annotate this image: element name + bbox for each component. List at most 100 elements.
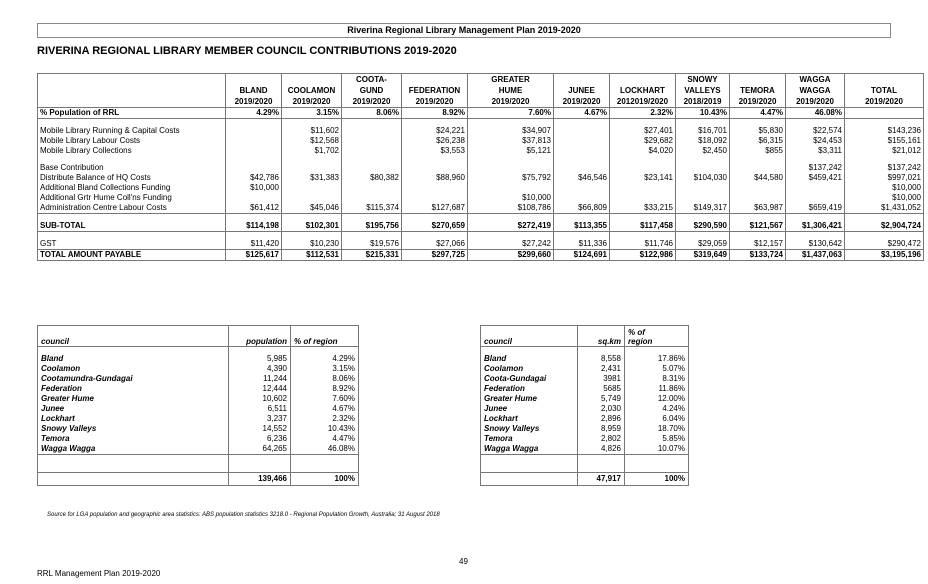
cell-value: 5,749 [577,394,625,404]
cell-value [609,118,676,126]
table-row: Lockhart 3,237 2.32% [37,414,359,424]
table-row: Greater Hume 10,602 7.60% [37,394,359,404]
page-number: 49 [459,557,468,566]
cell-value: $130,642 [785,239,845,250]
column-header: TOTAL 2019/2020 [844,73,924,108]
cell-value: $3,195,196 [844,249,924,261]
council-name: Bland [480,354,578,364]
cell-value [729,163,786,173]
population-row: % Population of RRL 4.29% 3.15% 8.06% 8.92% 7… [37,107,924,119]
cell-value [225,163,282,173]
cell-value: $104,030 [675,173,730,183]
cell-value: $34,907 [467,126,554,136]
column-year: 2019/2020 [738,97,777,106]
cell-value: $290,590 [675,221,730,232]
table-row: Junee 2,030 4.24% [480,404,689,414]
row-label: Base Contribution [37,163,226,173]
cell-value [341,193,402,203]
row-label [37,156,226,163]
cell-value: 8.06% [290,374,359,384]
row-label: Mobile Library Collections [37,146,226,156]
column-header: SNOWY VALLEYS 2018/2019 [675,73,730,108]
cell-value: $155,161 [844,136,924,146]
total-value: 100% [290,472,359,486]
cell-value [281,183,342,193]
cell-value [553,213,610,221]
column-header: council [37,325,229,347]
cell-value: $4,020 [609,146,676,156]
spacer-row [37,156,924,163]
cell-value: $272,419 [467,221,554,232]
cell-value: $12,568 [281,136,342,146]
cell-value [341,183,402,193]
cell-value: 3981 [577,374,625,384]
cell-value: 4.47% [729,107,786,119]
row-label: SUB-TOTAL [37,221,226,232]
table-row: Cootamundra-Gundagai 11,244 8.06% [37,374,359,384]
council-name: Snowy Valleys [37,424,229,434]
cost-row: Mobile Library Collections $1,702 $3,553 $5… [37,146,924,156]
council-name: Wagga Wagga [480,444,578,455]
cell-value: 8,558 [577,354,625,364]
page-title: RIVERINA REGIONAL LIBRARY MEMBER COUNCIL… [37,45,457,57]
table-row: Wagga Wagga 64,265 46.08% [37,444,359,455]
total-value: 139,466 [228,472,291,486]
cell-value [844,213,924,221]
total-label [37,472,229,486]
header-corner [37,73,226,108]
row-label: Additional Grtr Hume Coll'ns Funding [37,193,226,203]
spacer-row [37,213,924,221]
cell-value [785,193,845,203]
cell-value: $66,809 [553,203,610,214]
table-row: Federation 5685 11.86% [480,384,689,394]
cell-value [844,107,924,119]
cell-value: $215,331 [341,249,402,261]
spacer-row [37,454,359,465]
cell-value: 46.08% [290,444,359,455]
cell-value [225,213,282,221]
total-row: TOTAL AMOUNT PAYABLE $125,617 $112,531 $215… [37,249,924,261]
cell-value: 8,959 [577,424,625,434]
cell-value [609,156,676,163]
column-year: 2019/2020 [491,97,530,106]
cell-value: 3.15% [281,107,342,119]
row-label: GST [37,239,226,250]
cell-value [401,163,468,173]
cell-value: 11.86% [624,384,689,394]
spacer-row [480,346,689,354]
table-row: Lockhart 2,896 6.04% [480,414,689,424]
cell-value: 4.24% [624,404,689,414]
cost-row: Additional Bland Collections Funding $10,… [37,183,924,193]
council-name: Coolamon [37,364,229,374]
column-header: % of region [290,325,359,347]
cell-value: $27,066 [401,239,468,250]
cell-value: 6,236 [228,434,291,444]
column-name-line: WAGGA [799,86,831,95]
cell-value: 10.43% [675,107,730,119]
column-header: COOLAMON 2019/2020 [281,73,342,108]
council-name: Junee [37,404,229,414]
cell-value: $10,000 [467,193,554,203]
cell-value: 12.00% [624,394,689,404]
cell-value: $88,960 [401,173,468,183]
column-name-line: WAGGA [799,75,831,84]
cell-value: 7.60% [290,394,359,404]
spacer-cell [480,454,578,465]
cell-value: 2.32% [290,414,359,424]
column-header: TEMORA 2019/2020 [729,73,786,108]
header-line: sq.km [597,337,621,346]
table-row: Temora 2,802 5.85% [480,434,689,444]
council-name: Junee [480,404,578,414]
cell-value: $125,617 [225,249,282,261]
cost-row: Distribute Balance of HQ Costs $42,786 $31… [37,173,924,183]
cell-value: 6.04% [624,414,689,424]
cell-value: 5,985 [228,354,291,364]
cell-value: 11,244 [228,374,291,384]
spacer-row [37,118,924,126]
cell-value: $46,546 [553,173,610,183]
council-name: Temora [37,434,229,444]
cell-value: $112,531 [281,249,342,261]
header-row: council sq.km% of region [480,325,689,347]
column-year: 2019/2020 [292,97,331,106]
cell-value: 4.29% [225,107,282,119]
